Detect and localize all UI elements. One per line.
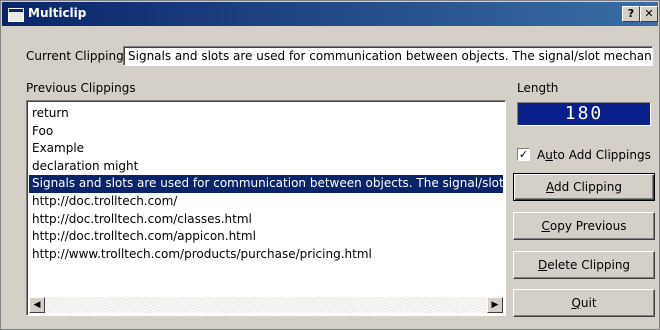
- current-clipping-label: Current Clipping: [26, 49, 124, 63]
- copy-previous-access-key: C: [541, 219, 550, 233]
- previous-clippings-label: Previous Clippings: [26, 81, 136, 95]
- list-item[interactable]: Signals and slots are used for communica…: [29, 175, 503, 193]
- list-item[interactable]: return: [29, 105, 503, 123]
- horizontal-scrollbar[interactable]: ◀ ▶: [29, 297, 503, 313]
- auto-add-label-pre: A: [537, 148, 546, 162]
- delete-clipping-access-key: D: [537, 258, 548, 272]
- window-title: Multiclip: [28, 6, 87, 20]
- list-item[interactable]: http://doc.trolltech.com/classes.html: [29, 211, 503, 229]
- list-items-container: return Foo Example declaration might Signals…: [29, 105, 503, 263]
- auto-add-checkbox[interactable]: ✓: [517, 148, 530, 161]
- auto-add-label-post: to Add Clippings: [552, 148, 651, 162]
- close-button[interactable]: ✕: [640, 6, 658, 22]
- delete-clipping-label: elete Clipping: [547, 258, 631, 272]
- copy-previous-button[interactable]: Copy Previous: [513, 212, 655, 240]
- previous-clippings-list[interactable]: return Foo Example declaration might Signals…: [26, 100, 506, 316]
- length-lcd-display: 180: [517, 102, 651, 126]
- list-item[interactable]: http://doc.trolltech.com/: [29, 193, 503, 211]
- list-item[interactable]: Example: [29, 140, 503, 158]
- multiclip-window: Multiclip ? ✕ Current Clipping Signals a…: [0, 0, 660, 330]
- list-item[interactable]: http://doc.trolltech.com/appicon.html: [29, 228, 503, 246]
- auto-add-label[interactable]: Auto Add Clippings: [537, 148, 651, 162]
- add-clipping-button[interactable]: Add Clipping: [513, 173, 655, 201]
- auto-add-label-access-key: u: [545, 148, 553, 162]
- quit-label: uit: [580, 296, 597, 310]
- length-label: Length: [517, 81, 559, 95]
- quit-access-key: Q: [571, 296, 581, 310]
- list-item[interactable]: http://www.trolltech.com/products/purcha…: [29, 246, 503, 264]
- help-button[interactable]: ?: [622, 6, 640, 22]
- copy-previous-label: opy Previous: [549, 219, 627, 233]
- scroll-left-button[interactable]: ◀: [29, 297, 45, 313]
- delete-clipping-button[interactable]: Delete Clipping: [513, 251, 655, 279]
- quit-button[interactable]: Quit: [513, 289, 655, 317]
- list-item[interactable]: declaration might: [29, 158, 503, 176]
- app-window-icon: [8, 8, 24, 22]
- title-bar[interactable]: Multiclip ? ✕: [2, 2, 658, 26]
- add-clipping-access-key: A: [546, 180, 555, 194]
- scroll-right-button[interactable]: ▶: [487, 297, 503, 313]
- current-clipping-field[interactable]: Signals and slots are used for communica…: [123, 46, 653, 66]
- add-clipping-label: dd Clipping: [554, 180, 622, 194]
- list-item[interactable]: Foo: [29, 123, 503, 141]
